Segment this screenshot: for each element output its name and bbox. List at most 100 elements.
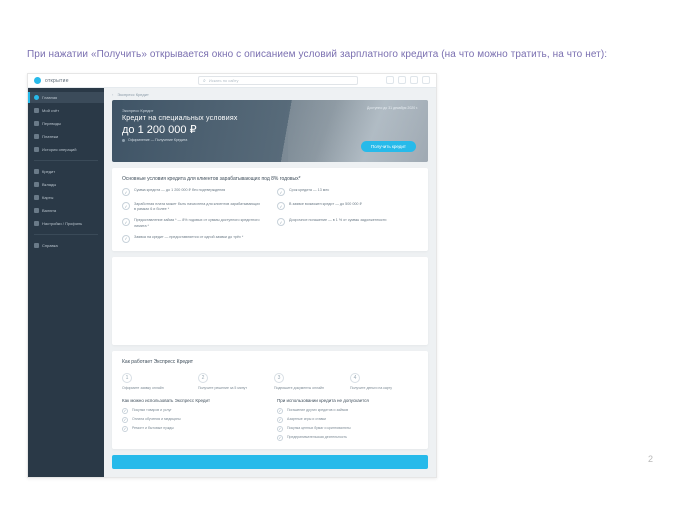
main-content: ‹ Экспресс Кредит Доступно до 31 декабря… bbox=[104, 88, 436, 477]
sidebar-item-history[interactable]: История операций bbox=[28, 144, 104, 155]
sidebar-item-home[interactable]: Главная bbox=[28, 92, 104, 103]
condition-item: Заявка на кредит — предоставляется от од… bbox=[122, 235, 263, 243]
conditions-card: Основные условия кредита для клиентов за… bbox=[112, 168, 428, 251]
back-icon[interactable]: ‹ bbox=[112, 92, 113, 97]
topbar-action-icon[interactable] bbox=[410, 76, 418, 84]
how-it-works-card: Как работает Экспресс Кредит 1 Оформите … bbox=[112, 351, 428, 449]
sidebar-item-label: Карты bbox=[42, 195, 53, 200]
check-icon bbox=[122, 218, 130, 226]
breadcrumb: ‹ Экспресс Кредит bbox=[104, 88, 436, 100]
usage-text: Покупка ценных бумаг и криптовалюты bbox=[287, 426, 351, 431]
usage-item: Погашение других кредитов и займов bbox=[277, 408, 418, 414]
step-item: 2 Получите решение за 5 минут bbox=[198, 373, 266, 391]
denied-title: При использовании кредита не допускается bbox=[277, 398, 418, 404]
condition-item: Досрочное погашение — в 1 % от суммы зад… bbox=[277, 218, 418, 228]
search-input[interactable]: ⌕ Искать по сайту bbox=[198, 76, 358, 85]
topbar-actions bbox=[386, 76, 430, 84]
allowed-title: Как можно использовать Экспресс Кредит bbox=[122, 398, 263, 404]
check-icon bbox=[277, 408, 283, 414]
get-credit-button[interactable]: Получить кредит bbox=[361, 141, 416, 152]
sidebar-item-label: Валюта bbox=[42, 208, 56, 213]
sidebar-item-settings[interactable]: Настройки / Профиль bbox=[28, 218, 104, 229]
sidebar: Главная Мой счёт Переводы Платежи Истори… bbox=[28, 88, 104, 477]
sidebar-separator bbox=[34, 234, 98, 235]
check-icon bbox=[277, 202, 285, 210]
search-placeholder: Искать по сайту bbox=[209, 78, 239, 83]
usage-item: Предпринимательская деятельность bbox=[277, 435, 418, 441]
help-icon bbox=[34, 243, 39, 248]
check-icon bbox=[277, 435, 283, 441]
check-icon bbox=[277, 417, 283, 423]
usage-text: Азартные игры и ставки bbox=[287, 417, 326, 422]
sidebar-item-cards[interactable]: Карты bbox=[28, 192, 104, 203]
condition-text: Заработная плата может быть начислена дл… bbox=[134, 202, 263, 212]
currency-icon bbox=[34, 208, 39, 213]
step-label: Подпишите документы онлайн bbox=[274, 386, 324, 391]
page-number: 2 bbox=[648, 454, 653, 464]
condition-text: Срок кредита — 13 мес bbox=[289, 188, 329, 193]
conditions-title: Основные условия кредита для клиентов за… bbox=[122, 176, 418, 182]
check-icon bbox=[122, 235, 130, 243]
sidebar-item-credit[interactable]: Кредит bbox=[28, 166, 104, 177]
sidebar-item-label: История операций bbox=[42, 147, 76, 152]
condition-item: В заявке возможен кредит — до 500 000 ₽ bbox=[277, 202, 418, 212]
hero-deadline: Доступно до 31 декабря 2020 г. bbox=[367, 106, 418, 110]
condition-text: Сумма кредита — до 1 200 000 ₽ без подтв… bbox=[134, 188, 225, 193]
usage-text: Погашение других кредитов и займов bbox=[287, 408, 348, 413]
sidebar-item-label: Кредит bbox=[42, 169, 55, 174]
check-icon bbox=[122, 417, 128, 423]
check-icon bbox=[277, 188, 285, 196]
sidebar-item-label: Настройки / Профиль bbox=[42, 221, 82, 226]
condition-text: Заявка на кредит — предоставляется от од… bbox=[134, 235, 243, 240]
sidebar-item-deposits[interactable]: Вклады bbox=[28, 179, 104, 190]
slide-caption: При нажатии «Получить» открывается окно … bbox=[27, 49, 607, 60]
step-item: 3 Подпишите документы онлайн bbox=[274, 373, 342, 391]
topbar-action-icon[interactable] bbox=[422, 76, 430, 84]
topbar: открытие ⌕ Искать по сайту bbox=[28, 74, 436, 88]
gear-icon bbox=[34, 221, 39, 226]
wallet-icon bbox=[34, 108, 39, 113]
usage-item: Покупки товаров и услуг bbox=[122, 408, 263, 414]
brand-name: открытие bbox=[45, 78, 69, 84]
step-number: 1 bbox=[122, 373, 132, 383]
usage-item: Азартные игры и ставки bbox=[277, 417, 418, 423]
topbar-action-icon[interactable] bbox=[386, 76, 394, 84]
condition-text: Предоставление займа * — 8% годовых от с… bbox=[134, 218, 263, 228]
steps-title: Как работает Экспресс Кредит bbox=[122, 359, 418, 365]
condition-text: В заявке возможен кредит — до 500 000 ₽ bbox=[289, 202, 362, 207]
placeholder-card bbox=[112, 257, 428, 345]
step-number: 3 bbox=[274, 373, 284, 383]
sidebar-item-help[interactable]: Справка bbox=[28, 240, 104, 251]
usage-text: Покупки товаров и услуг bbox=[132, 408, 172, 413]
app-screenshot: открытие ⌕ Искать по сайту Главная Мой с… bbox=[27, 73, 437, 478]
sidebar-item-currency[interactable]: Валюта bbox=[28, 205, 104, 216]
topbar-action-icon[interactable] bbox=[398, 76, 406, 84]
denied-usage: При использовании кредита не допускается… bbox=[277, 398, 418, 441]
dot-icon bbox=[122, 139, 125, 142]
sidebar-item-label: Платежи bbox=[42, 134, 58, 139]
sidebar-item-label: Главная bbox=[42, 95, 57, 100]
credit-icon bbox=[34, 169, 39, 174]
condition-item: Заработная плата может быть начислена дл… bbox=[122, 202, 263, 212]
breadcrumb-label: Экспресс Кредит bbox=[117, 92, 149, 97]
condition-item: Предоставление займа * — 8% годовых от с… bbox=[122, 218, 263, 228]
step-number: 2 bbox=[198, 373, 208, 383]
sidebar-item-label: Вклады bbox=[42, 182, 56, 187]
sidebar-item-label: Мой счёт bbox=[42, 108, 59, 113]
check-icon bbox=[277, 218, 285, 226]
bottom-cta-bar[interactable] bbox=[112, 455, 428, 469]
search-icon: ⌕ bbox=[203, 78, 206, 84]
check-icon bbox=[277, 426, 283, 432]
usage-text: Ремонт и бытовые нужды bbox=[132, 426, 174, 431]
sidebar-item-payments[interactable]: Платежи bbox=[28, 131, 104, 142]
check-icon bbox=[122, 188, 130, 196]
step-number: 4 bbox=[350, 373, 360, 383]
step-label: Получите решение за 5 минут bbox=[198, 386, 247, 391]
check-icon bbox=[122, 202, 130, 210]
sidebar-item-account[interactable]: Мой счёт bbox=[28, 105, 104, 116]
usage-item: Ремонт и бытовые нужды bbox=[122, 426, 263, 432]
allowed-usage: Как можно использовать Экспресс Кредит П… bbox=[122, 398, 263, 441]
usage-item: Покупка ценных бумаг и криптовалюты bbox=[277, 426, 418, 432]
usage-text: Предпринимательская деятельность bbox=[287, 435, 347, 440]
sidebar-item-transfers[interactable]: Переводы bbox=[28, 118, 104, 129]
